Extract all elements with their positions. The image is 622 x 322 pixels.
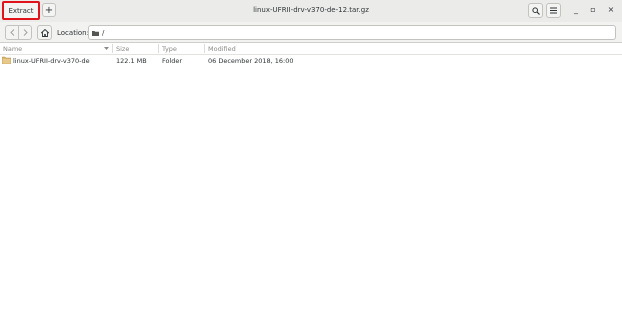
column-separator	[112, 44, 113, 53]
column-separator	[204, 44, 205, 53]
search-icon	[531, 6, 540, 15]
add-label: +	[44, 4, 54, 16]
column-size-header[interactable]: Size	[116, 45, 129, 53]
file-name: linux-UFRII-drv-v370-de	[13, 57, 90, 65]
column-modified-header[interactable]: Modified	[208, 45, 236, 53]
folder-icon	[2, 56, 11, 64]
home-button[interactable]	[37, 25, 52, 40]
window-title: linux-UFRII-drv-v370-de-12.tar.gz	[253, 6, 369, 14]
file-modified: 06 December 2018, 16:00	[208, 57, 294, 65]
add-files-button[interactable]: +	[42, 3, 56, 17]
location-toolbar: Location: /	[0, 22, 622, 43]
column-headers: Name Size Type Modified	[0, 43, 622, 55]
column-type-header[interactable]: Type	[162, 45, 177, 53]
close-button[interactable]: ×	[606, 5, 616, 14]
header-bar: Extract + linux-UFRII-drv-v370-de-12.tar…	[0, 0, 622, 23]
navigation-buttons	[5, 25, 32, 40]
sort-descending-icon	[104, 47, 109, 50]
home-icon	[40, 28, 49, 37]
extract-label: Extract	[8, 6, 34, 15]
search-button[interactable]	[528, 3, 543, 18]
forward-button[interactable]	[18, 26, 31, 39]
file-row[interactable]: linux-UFRII-drv-v370-de 122.1 MB Folder …	[0, 56, 622, 67]
file-size: 122.1 MB	[116, 57, 147, 65]
column-name-header[interactable]: Name	[3, 45, 22, 53]
location-label: Location:	[57, 29, 89, 37]
menu-button[interactable]	[546, 3, 561, 18]
location-value: /	[102, 28, 105, 37]
chevron-left-icon	[9, 29, 14, 36]
file-type: Folder	[162, 57, 183, 65]
maximize-button[interactable]: ▫	[588, 5, 598, 14]
hamburger-icon	[550, 7, 557, 14]
chevron-right-icon	[23, 29, 28, 36]
back-button[interactable]	[6, 26, 18, 39]
folder-icon	[92, 30, 99, 36]
minimize-button[interactable]: _	[571, 5, 581, 14]
extract-button[interactable]: Extract	[2, 1, 40, 20]
location-field[interactable]: /	[88, 25, 616, 40]
column-separator	[158, 44, 159, 53]
